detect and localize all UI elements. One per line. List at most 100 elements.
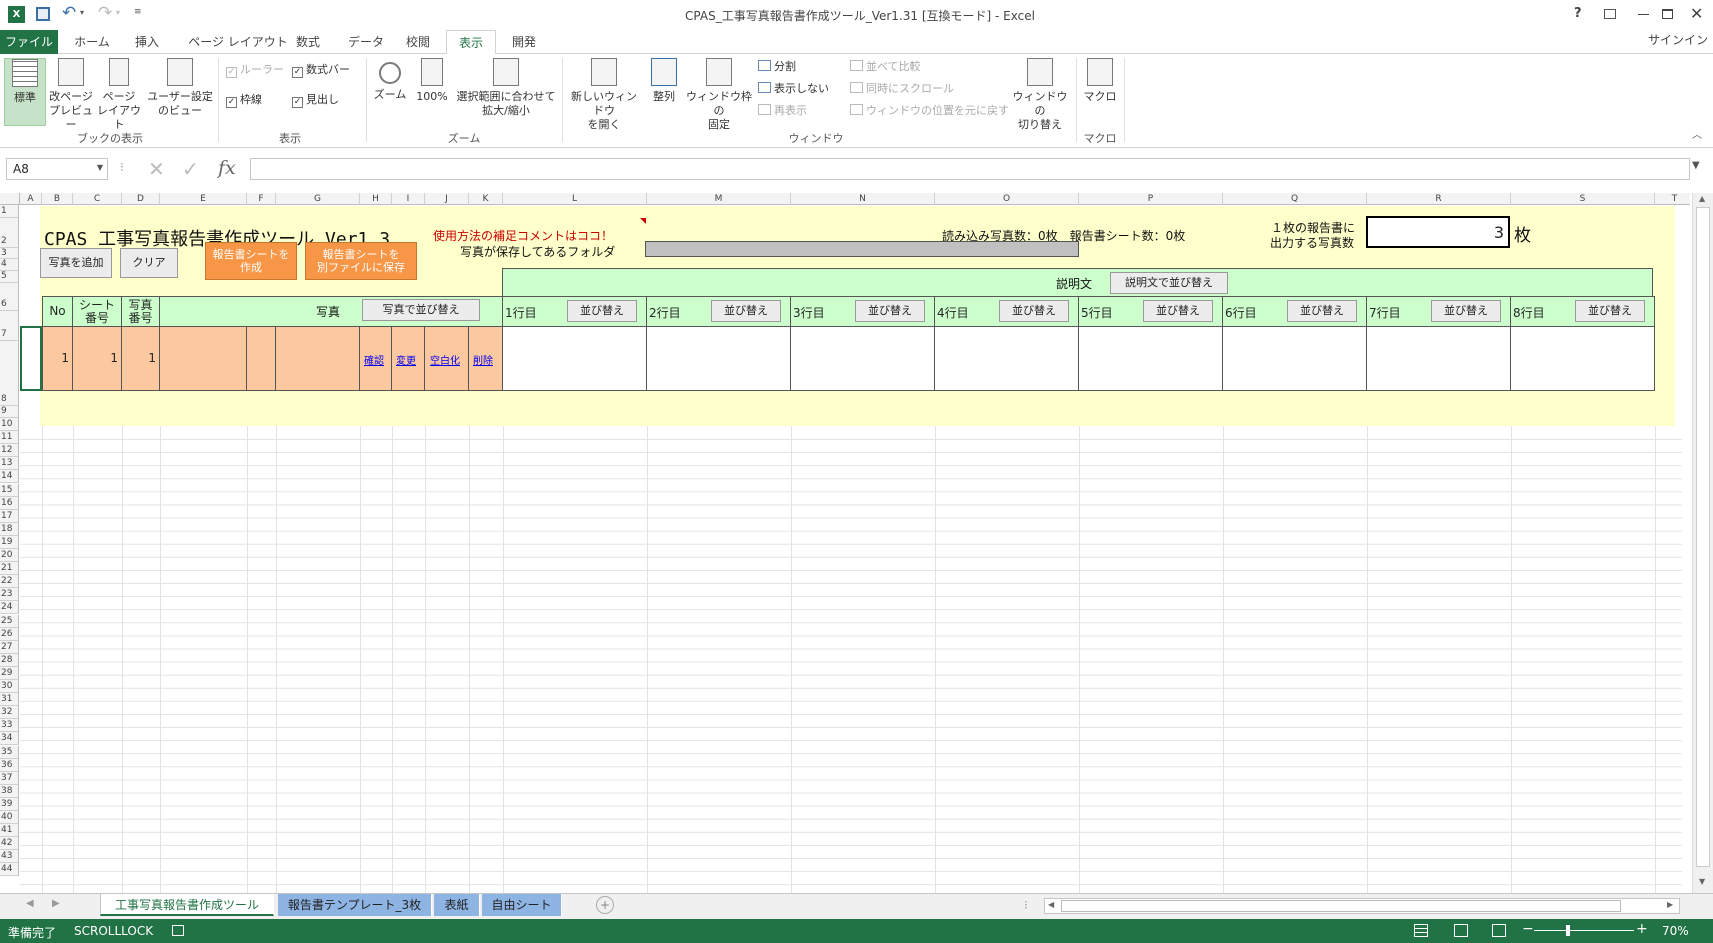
next-sheet-icon[interactable]: ▶ [52, 898, 60, 909]
vertical-scrollbar[interactable]: ▲ ▼ [1692, 193, 1713, 893]
page-break-status-icon[interactable] [1492, 924, 1506, 937]
row-header[interactable]: 40 [0, 811, 19, 825]
column-header[interactable]: P [1079, 193, 1223, 205]
row-photo-no-cell[interactable]: 1 [121, 326, 160, 391]
page-layout-status-icon[interactable] [1454, 924, 1468, 937]
freeze-panes-button[interactable]: ウィンドウ枠の 固定 [686, 58, 752, 132]
row-header[interactable]: 36 [0, 758, 19, 772]
scroll-thumb[interactable] [1696, 207, 1710, 867]
line-text-cell[interactable] [1222, 326, 1367, 391]
line-sort-button[interactable]: 並び替え [1575, 300, 1645, 322]
delete-link[interactable]: 削除 [473, 352, 493, 367]
row-header[interactable]: 18 [0, 522, 19, 536]
column-header[interactable]: O [935, 193, 1079, 205]
tab-view[interactable]: 表示 [446, 30, 496, 55]
active-cell-selection[interactable] [20, 326, 42, 391]
name-box[interactable]: A8 ▼ [6, 158, 108, 180]
column-header[interactable]: G [276, 193, 360, 205]
save-icon[interactable] [36, 7, 50, 21]
select-all-corner[interactable] [0, 193, 20, 205]
row-header[interactable]: 26 [0, 627, 19, 641]
row-photo-cell-g[interactable] [275, 326, 360, 391]
row-header[interactable]: 33 [0, 719, 19, 733]
row-photo-cell-f[interactable] [246, 326, 276, 391]
redo-icon[interactable]: ↷ [98, 3, 112, 23]
sheet-tab-cover[interactable]: 表紙 [434, 894, 480, 916]
line-text-cell[interactable] [1078, 326, 1223, 391]
row-header[interactable]: 29 [0, 666, 19, 680]
undo-icon[interactable]: ↶ [62, 3, 76, 23]
column-header[interactable]: K [469, 193, 503, 205]
column-header[interactable]: N [791, 193, 935, 205]
formula-input[interactable] [250, 158, 1690, 180]
sheet-tab-template[interactable]: 報告書テンプレート_3枚 [278, 894, 432, 916]
row-header[interactable]: 12 [0, 444, 19, 458]
add-photo-button[interactable]: 写真を追加 [40, 248, 112, 278]
scroll-down-icon[interactable]: ▼ [1699, 877, 1705, 886]
row-sheet-no-cell[interactable]: 1 [72, 326, 122, 391]
new-sheet-icon[interactable]: + [596, 896, 614, 914]
arrange-all-button[interactable]: 整列 [646, 58, 682, 104]
sort-by-photo-button[interactable]: 写真で並び替え [362, 299, 480, 321]
macros-button[interactable]: マクロ [1080, 58, 1120, 104]
line-sort-button[interactable]: 並び替え [1431, 300, 1501, 322]
line-text-cell[interactable] [1510, 326, 1655, 391]
blank-link[interactable]: 空白化 [430, 352, 460, 367]
row-header[interactable]: 28 [0, 653, 19, 667]
row-header[interactable]: 37 [0, 771, 19, 785]
normal-view-status-icon[interactable] [1414, 924, 1428, 937]
row-header[interactable]: 44 [0, 863, 19, 877]
row-header[interactable]: 5 [0, 271, 19, 283]
line-sort-button[interactable]: 並び替え [567, 300, 637, 322]
column-header[interactable]: E [160, 193, 247, 205]
row-header[interactable]: 41 [0, 824, 19, 838]
split-button[interactable]: 分割 [758, 58, 796, 76]
redo-dropdown-icon[interactable]: ▾ [116, 8, 120, 17]
zoom-100-button[interactable]: 100% [414, 58, 450, 104]
row-header[interactable]: 10 [0, 418, 19, 432]
undo-dropdown-icon[interactable]: ▾ [80, 8, 84, 17]
line-text-cell[interactable] [790, 326, 935, 391]
change-link[interactable]: 変更 [396, 352, 416, 367]
h-scroll-right-icon[interactable]: ▶ [1667, 900, 1673, 909]
row-header[interactable]: 38 [0, 784, 19, 798]
row-header[interactable]: 17 [0, 509, 19, 523]
maximize-icon[interactable] [1662, 9, 1673, 19]
row-header[interactable]: 6 [0, 283, 19, 311]
row-photo-cell[interactable] [159, 326, 247, 391]
line-sort-button[interactable]: 並び替え [1287, 300, 1357, 322]
zoom-out-icon[interactable]: − [1522, 921, 1534, 937]
tab-formulas[interactable]: 数式 [288, 30, 328, 54]
h-scroll-thumb[interactable] [1061, 900, 1621, 912]
row-header[interactable]: 9 [0, 406, 19, 418]
column-header[interactable]: J [425, 193, 469, 205]
line-sort-button[interactable]: 並び替え [999, 300, 1069, 322]
minimize-icon[interactable] [1638, 14, 1649, 15]
column-header[interactable]: M [647, 193, 791, 205]
close-icon[interactable]: ✕ [1690, 4, 1703, 23]
gridlines-checkbox[interactable]: ✓ 枠線 [226, 92, 262, 108]
zoom-in-icon[interactable]: + [1636, 921, 1648, 937]
view-side-by-side-button[interactable]: 並べて比較 [850, 58, 921, 76]
line-sort-button[interactable]: 並び替え [711, 300, 781, 322]
normal-view-button[interactable]: 標準 [4, 58, 46, 126]
scroll-up-icon[interactable]: ▲ [1699, 194, 1705, 203]
folder-path-field[interactable] [645, 241, 1079, 257]
ruler-checkbox[interactable]: ✓ ルーラー [226, 62, 284, 78]
reset-window-position-button[interactable]: ウィンドウの位置を元に戻す [850, 102, 1009, 120]
row-header[interactable]: 1 [0, 205, 19, 218]
row-header[interactable]: 39 [0, 797, 19, 811]
row-header[interactable]: 19 [0, 535, 19, 549]
column-header[interactable]: A [20, 193, 42, 205]
column-header[interactable]: L [503, 193, 647, 205]
row-header[interactable]: 22 [0, 575, 19, 589]
row-header[interactable]: 14 [0, 470, 19, 484]
row-header[interactable]: 32 [0, 706, 19, 720]
h-scroll-left-icon[interactable]: ◀ [1048, 900, 1054, 909]
tab-developer[interactable]: 開発 [502, 30, 546, 54]
signin-link[interactable]: サインイン [1648, 30, 1708, 50]
row-header[interactable]: 16 [0, 496, 19, 510]
row-header[interactable]: 35 [0, 745, 19, 759]
customize-qat-icon[interactable]: ≡ [134, 7, 142, 17]
collapse-ribbon-icon[interactable]: ︿ [1692, 126, 1702, 141]
